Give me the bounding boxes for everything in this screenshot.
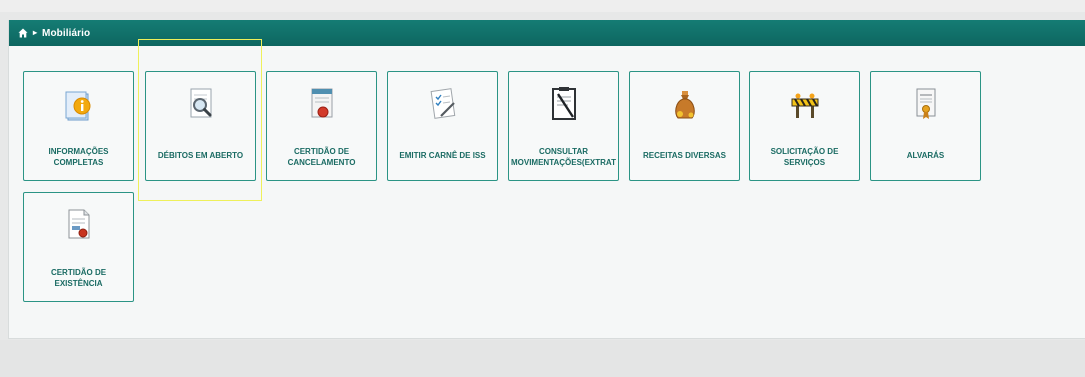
tile-alvaras[interactable]: ALVARÁS bbox=[870, 71, 981, 181]
chevron-right-icon: ▸ bbox=[33, 28, 38, 37]
tile-informacoes-completas[interactable]: INFORMAÇÕES COMPLETAS bbox=[23, 71, 134, 181]
tile-label: CERTIDÃO DE CANCELAMENTO bbox=[287, 147, 356, 167]
tile-label: SOLICITAÇÃO DE SERVIÇOS bbox=[770, 147, 839, 167]
tile-label: DÉBITOS EM ABERTO bbox=[157, 151, 244, 160]
home-icon[interactable] bbox=[18, 28, 28, 38]
certificate-document-icon bbox=[68, 209, 89, 239]
magnifier-document-icon bbox=[190, 88, 211, 118]
info-icon bbox=[65, 91, 90, 121]
checklist-pen-icon bbox=[430, 88, 455, 119]
certificate-seal-icon bbox=[311, 88, 332, 118]
tile-label: ALVARÁS bbox=[906, 151, 945, 160]
breadcrumb-section[interactable]: Mobiliário bbox=[42, 28, 90, 39]
tile-certidao-de-existencia[interactable]: CERTIDÃO DE EXISTÊNCIA bbox=[23, 192, 134, 302]
construction-barrier-icon bbox=[791, 93, 818, 118]
tile-debitos-em-aberto[interactable]: DÉBITOS EM ABERTO bbox=[145, 71, 256, 181]
tile-solicitacao-de-servicos[interactable]: SOLICITAÇÃO DE SERVIÇOS bbox=[749, 71, 860, 181]
top-strip bbox=[0, 0, 1085, 12]
money-bag-icon bbox=[674, 91, 695, 119]
tile-receitas-diversas[interactable]: RECEITAS DIVERSAS bbox=[629, 71, 740, 181]
bottom-strip bbox=[0, 340, 1085, 377]
breadcrumb: ▸ Mobiliário bbox=[9, 20, 1085, 46]
tile-label: CERTIDÃO DE EXISTÊNCIA bbox=[50, 268, 107, 288]
tile-consultar-movimentacoes[interactable]: CONSULTAR MOVIMENTAÇÕES(EXTRAT bbox=[508, 71, 619, 181]
tile-label: EMITIR CARNÊ DE ISS bbox=[399, 151, 486, 160]
tile-label: INFORMAÇÕES COMPLETAS bbox=[48, 147, 109, 167]
license-ribbon-icon bbox=[916, 88, 935, 119]
tile-label: RECEITAS DIVERSAS bbox=[643, 151, 726, 160]
clipboard-pen-icon bbox=[551, 87, 576, 120]
tile-emitir-carne-de-iss[interactable]: EMITIR CARNÊ DE ISS bbox=[387, 71, 498, 181]
tile-certidao-de-cancelamento[interactable]: CERTIDÃO DE CANCELAMENTO bbox=[266, 71, 377, 181]
tile-label: CONSULTAR MOVIMENTAÇÕES(EXTRAT bbox=[510, 147, 617, 167]
